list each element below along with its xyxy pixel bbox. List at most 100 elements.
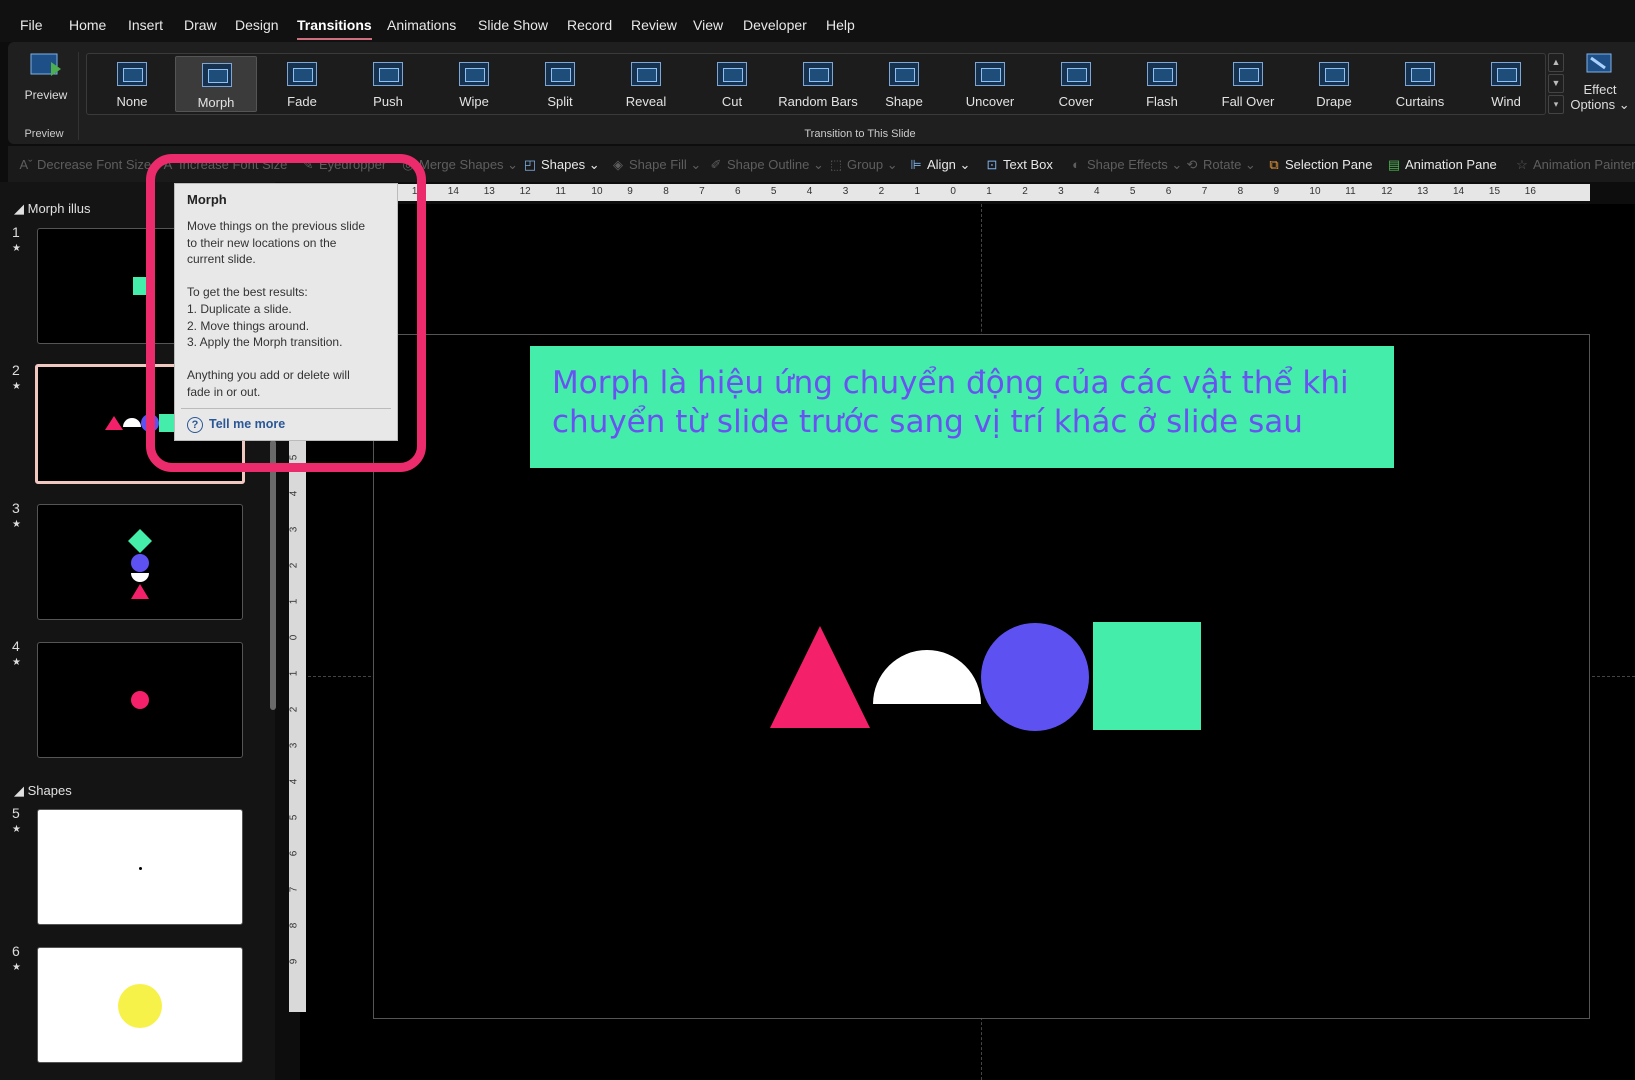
transition-fade[interactable]: Fade [261, 56, 343, 112]
slide-thumbnail-6[interactable] [37, 947, 243, 1063]
shape-outline-button[interactable]: ✐ Shape Outline ⌄ [708, 157, 824, 173]
menu-developer[interactable]: Developer [743, 17, 807, 33]
transition-none[interactable]: None [91, 56, 173, 112]
vertical-ruler: 543210123456789 [288, 440, 306, 1012]
transition-flash[interactable]: Flash [1121, 56, 1203, 112]
menu-home[interactable]: Home [69, 17, 106, 33]
ruler-tick: 9 [627, 186, 633, 197]
transition-shape[interactable]: Shape [863, 56, 945, 112]
shapes-button[interactable]: ◰ Shapes ⌄ [522, 157, 600, 173]
transition-cover[interactable]: Cover [1035, 56, 1117, 112]
ruler-tick: 11 [555, 186, 566, 197]
ruler-tick: 16 [1524, 186, 1536, 197]
text-box-button[interactable]: ⊡ Text Box [984, 157, 1053, 173]
transition-split[interactable]: Split [519, 56, 601, 112]
transition-wipe[interactable]: Wipe [433, 56, 515, 112]
ruler-tick: 12 [1381, 186, 1393, 197]
transition-drape[interactable]: Drape [1293, 56, 1375, 112]
ruler-tick: 4 [288, 778, 300, 785]
shapes-icon: ◰ [523, 157, 537, 172]
align-icon: ⊫ [910, 157, 922, 172]
transition-wind[interactable]: Wind [1465, 56, 1547, 112]
rotate-button[interactable]: ⟲ Rotate ⌄ [1184, 157, 1256, 173]
decrease-font-button[interactable]: Aˇ Decrease Font Size [18, 157, 152, 172]
ruler-tick: 2 [878, 186, 885, 197]
menu-record[interactable]: Record [567, 17, 612, 33]
slide-text-line-2: chuyển từ slide trước sang vị trí khác ở… [552, 404, 1303, 440]
transition-cut[interactable]: Cut [691, 56, 773, 112]
ruler-tick: 7 [699, 186, 705, 197]
morph-transition-icon [202, 63, 232, 87]
sidebar-scrollbar[interactable] [270, 440, 276, 710]
highlight-annotation [146, 154, 426, 472]
slide-thumbnail-4[interactable] [37, 642, 243, 758]
animation-painter-button[interactable]: ☆ Animation Painter [1514, 157, 1635, 173]
ruler-tick: 4 [288, 490, 300, 497]
effect-options-label: Effect [1583, 82, 1617, 97]
section-morph-illus[interactable]: ◢ Morph illus [14, 201, 90, 217]
menu-file[interactable]: File [20, 17, 43, 33]
transition-star-icon: ★ [12, 824, 21, 835]
menu-review[interactable]: Review [631, 17, 677, 33]
transition-star-icon: ★ [12, 962, 21, 973]
ruler-tick: 12 [519, 186, 531, 197]
transition-uncover[interactable]: Uncover [949, 56, 1031, 112]
ruler-tick: 7 [1201, 186, 1208, 197]
slide-thumbnail-5[interactable] [37, 809, 243, 925]
gallery-down-icon[interactable]: ▼ [1548, 74, 1564, 93]
transition-random-bars[interactable]: Random Bars [777, 56, 859, 112]
section-shapes[interactable]: ◢ Shapes [14, 783, 72, 799]
animation-painter-icon: ☆ [1516, 157, 1528, 172]
menu-view[interactable]: View [693, 17, 723, 33]
effect-options-icon [1586, 53, 1612, 73]
transition-label: Random Bars [778, 94, 858, 109]
menu-help[interactable]: Help [826, 17, 855, 33]
shape-fill-button[interactable]: ◈ Shape Fill ⌄ [610, 157, 701, 173]
gallery-up-icon[interactable]: ▲ [1548, 53, 1564, 72]
transition-fall-over[interactable]: Fall Over [1207, 56, 1289, 112]
ruler-tick: 3 [1058, 186, 1064, 197]
slide-text-box[interactable]: Morph là hiệu ứng chuyển động của các vậ… [530, 346, 1394, 468]
dot-shape [139, 867, 142, 870]
preview-button[interactable]: Preview [20, 52, 72, 122]
effect-options-button[interactable]: Effect Options ⌄ [1570, 52, 1630, 120]
transition-label: Uncover [965, 94, 1015, 109]
ruler-tick: 6 [735, 186, 741, 197]
slide-thumbnail-3[interactable] [37, 504, 243, 620]
group-icon: ⬚ [829, 157, 843, 172]
ruler-tick: 0 [950, 186, 956, 197]
transition-curtains[interactable]: Curtains [1379, 56, 1461, 112]
wind-transition-icon [1491, 62, 1521, 86]
align-button[interactable]: ⊫ Align ⌄ [908, 157, 970, 173]
ruler-tick: 5 [288, 814, 300, 821]
transition-label: Wind [1491, 94, 1521, 109]
ruler-tick: 11 [1345, 186, 1356, 197]
transition-push[interactable]: Push [347, 56, 429, 112]
menu-draw[interactable]: Draw [184, 17, 217, 33]
slide-shapes-group [770, 622, 1201, 731]
ruler-tick: 1 [288, 598, 300, 605]
menu-insert[interactable]: Insert [128, 17, 163, 33]
menu-slide-show[interactable]: Slide Show [478, 17, 548, 33]
slide-number: 3 [12, 500, 20, 516]
uncover-transition-icon [975, 62, 1005, 86]
transition-morph[interactable]: Morph [175, 56, 257, 112]
menu-animations[interactable]: Animations [387, 17, 456, 33]
transition-reveal[interactable]: Reveal [605, 56, 687, 112]
transition-label: Morph [197, 95, 235, 110]
transition-group-label: Transition to This Slide [804, 128, 916, 140]
animation-pane-button[interactable]: ▤ Animation Pane [1386, 157, 1497, 173]
text-box-icon: ⊡ [986, 157, 998, 172]
selection-pane-button[interactable]: ⧉ Selection Pane [1266, 157, 1372, 173]
random-bars-transition-icon [803, 62, 833, 86]
menu-transitions[interactable]: Transitions [297, 17, 372, 40]
gallery-more-icon[interactable]: ▾ [1548, 95, 1564, 114]
group-button[interactable]: ⬚ Group ⌄ [828, 157, 898, 173]
fall-over-transition-icon [1233, 62, 1263, 86]
menu-design[interactable]: Design [235, 17, 279, 33]
shape-effects-button[interactable]: ◐ Shape Effects ⌄ [1068, 157, 1182, 173]
split-transition-icon [545, 62, 575, 86]
ruler-tick: 2 [288, 562, 300, 569]
selection-pane-icon: ⧉ [1269, 157, 1279, 172]
ruler-tick: 8 [288, 922, 300, 929]
